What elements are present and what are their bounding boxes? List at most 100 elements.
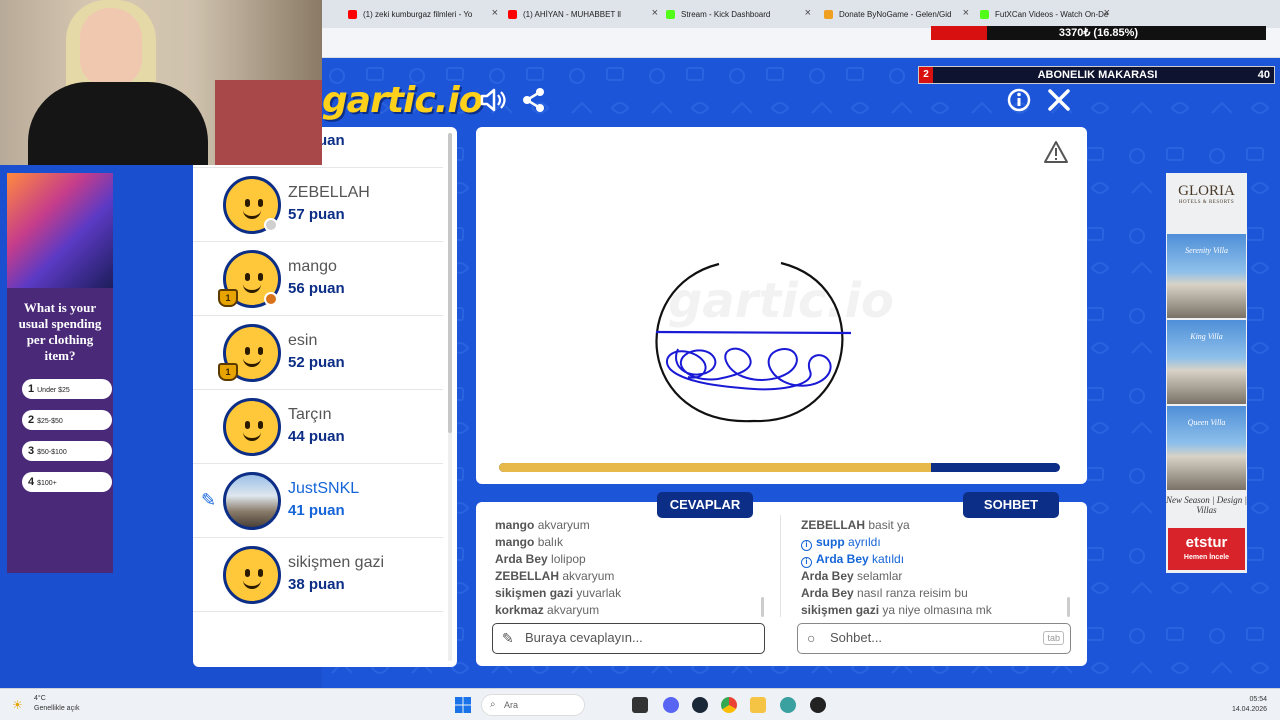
message-text: nasıl ranza reisim bu (857, 586, 968, 600)
player-row[interactable]: ZEBELLAH 57 puan (193, 168, 443, 242)
sub-train-label: ABONELIK MAKARASI (1037, 69, 1158, 81)
player-row[interactable]: 1 mango 56 puan (193, 242, 443, 316)
villa-card[interactable]: King Villa (1167, 320, 1246, 404)
player-row[interactable]: ✎ JustSNKL 41 puan (193, 464, 443, 538)
taskbar: ☀ 4°C Genellikle açık ⌕ Ara 05:54 14.04.… (0, 688, 1280, 720)
tab-close-icon[interactable]: × (1104, 7, 1110, 19)
chat-input[interactable]: ○ Sohbet... tab (797, 623, 1071, 654)
clock[interactable]: 05:54 14.04.2026 (1232, 695, 1267, 715)
player-row[interactable]: Tarçın 44 puan (193, 390, 443, 464)
ad-option-label: Under $25 (37, 387, 70, 394)
clock-time: 05:54 (1249, 696, 1267, 703)
status-dot (264, 218, 278, 232)
ad-option-button[interactable]: 4 $100+ (22, 472, 112, 492)
webcam-person-face (80, 8, 142, 86)
status-dot (264, 292, 278, 306)
ad-cta-brand: etstur (1185, 534, 1228, 551)
message-text: balık (537, 535, 564, 549)
ad-option-number: 1 (28, 383, 35, 395)
tab-close-icon[interactable]: × (963, 7, 969, 19)
webcam-background (215, 80, 322, 165)
tab-title: FutXCan Videos - Watch On-De (995, 9, 1109, 19)
ad-option-button[interactable]: 2 $25-$50 (22, 410, 112, 430)
round-timer-fill (499, 463, 931, 472)
right-advertisement[interactable]: GLORIA HOTELS & RESORTS Serenity Villa Ki… (1166, 173, 1247, 573)
info-icon[interactable] (1005, 86, 1033, 114)
chat-scrollbar[interactable] (1067, 597, 1070, 617)
sound-icon[interactable] (479, 86, 507, 114)
browser-tab[interactable]: (1) zeki kumburgaz filmleri - Yo × (348, 5, 498, 23)
message-text: ayrıldı (848, 535, 881, 549)
discord-icon[interactable] (663, 697, 679, 713)
left-advertisement[interactable]: What is your usual spending per clothing… (7, 173, 113, 573)
chat-message: sikişmen gazi ya niye olmasına mk (801, 603, 992, 617)
ad-brand-name: GLORIA (1178, 183, 1235, 199)
ad-cta-label: Hemen İncele (1183, 554, 1230, 561)
player-score: 56 puan (288, 280, 345, 297)
player-name: Tarçın (288, 406, 332, 423)
ad-option-button[interactable]: 3 $50-$100 (22, 441, 112, 461)
player-name: esin (288, 332, 318, 349)
avatar (223, 546, 281, 604)
share-icon[interactable] (520, 86, 548, 114)
tab-favicon-icon (824, 9, 833, 19)
report-warning-icon[interactable] (1043, 140, 1069, 164)
clock-date: 14.04.2026 (1231, 706, 1267, 713)
round-timer-bar (499, 463, 1060, 472)
windows-start-icon[interactable] (455, 697, 471, 713)
browser-tab[interactable]: (1) AHİYAN - MUHABBET ll × (508, 5, 658, 23)
ad-image (7, 173, 113, 288)
ad-option-button[interactable]: 1 Under $25 (22, 379, 112, 399)
drawing: gartic.io (655, 261, 894, 423)
player-row[interactable]: 1 esin 52 puan (193, 316, 443, 390)
ad-cta[interactable]: etstur Hemen İncele (1168, 528, 1245, 570)
ad-option-label: $50-$100 (37, 449, 67, 456)
tab-favicon-icon (980, 9, 989, 19)
steam-icon[interactable] (692, 697, 708, 713)
villa-card[interactable]: Queen Villa (1167, 406, 1246, 490)
tab-close-icon[interactable]: × (492, 7, 498, 19)
player-name: mango (288, 258, 337, 275)
task-view-icon[interactable] (632, 697, 648, 713)
file-explorer-icon[interactable] (750, 697, 766, 713)
player-row[interactable]: sikişmen gazi 38 puan (193, 538, 443, 612)
answer-message: mango balık (495, 535, 563, 549)
ad-footer: New Season | Design | Villas (1166, 495, 1247, 515)
taskbar-search[interactable]: ⌕ Ara (481, 694, 585, 716)
scrollbar-thumb[interactable] (448, 133, 452, 433)
close-icon[interactable] (1045, 86, 1073, 114)
search-icon: ⌕ (490, 699, 496, 710)
chat-message: i Arda Bey katıldı (801, 552, 904, 568)
player-score: 38 puan (288, 576, 345, 593)
weather-widget[interactable]: 4°C Genellikle açık (34, 694, 80, 714)
message-text: basit ya (868, 518, 910, 532)
info-icon: i (801, 540, 812, 551)
answers-tab[interactable]: CEVAPLAR (657, 492, 753, 518)
webcam-overlay (0, 0, 322, 165)
browser-tab[interactable]: Donate ByNoGame - Gelen/Gid × (824, 5, 969, 23)
browser-tab[interactable]: Stream - Kick Dashboard × (666, 5, 811, 23)
message-user: supp (816, 535, 845, 549)
chat-tab[interactable]: SOHBET (963, 492, 1059, 518)
answer-input[interactable]: ✎ Buraya cevaplayın... (492, 623, 765, 654)
browser-tab[interactable]: FutXCan Videos - Watch On-De × (980, 5, 1110, 23)
player-score: 44 puan (288, 428, 345, 445)
obs-icon[interactable] (810, 697, 826, 713)
browser-tab-bar: (1) zeki kumburgaz filmleri - Yo × (1) AHİ… (322, 0, 1280, 28)
pencil-icon: ✎ (502, 630, 514, 646)
tab-close-icon[interactable]: × (652, 7, 658, 19)
avatar (223, 472, 281, 530)
tab-close-icon[interactable]: × (805, 7, 811, 19)
drawing-canvas[interactable]: gartic.io (476, 127, 1087, 484)
villa-card[interactable]: Serenity Villa (1167, 234, 1246, 318)
tab-favicon-icon (348, 9, 357, 19)
answer-message: sikişmen gazi yuvarlak (495, 586, 621, 600)
chrome-icon[interactable] (721, 697, 737, 713)
tab-title: (1) zeki kumburgaz filmleri - Yo (363, 9, 473, 19)
app-icon[interactable] (780, 697, 796, 713)
message-user: Arda Bey (801, 586, 854, 600)
sub-train-overlay: ABONELIK MAKARASI 2 40 (918, 66, 1275, 84)
villa-name: Serenity Villa (1185, 246, 1228, 255)
message-text: akvaryum (537, 518, 590, 532)
answers-scrollbar[interactable] (761, 597, 764, 617)
